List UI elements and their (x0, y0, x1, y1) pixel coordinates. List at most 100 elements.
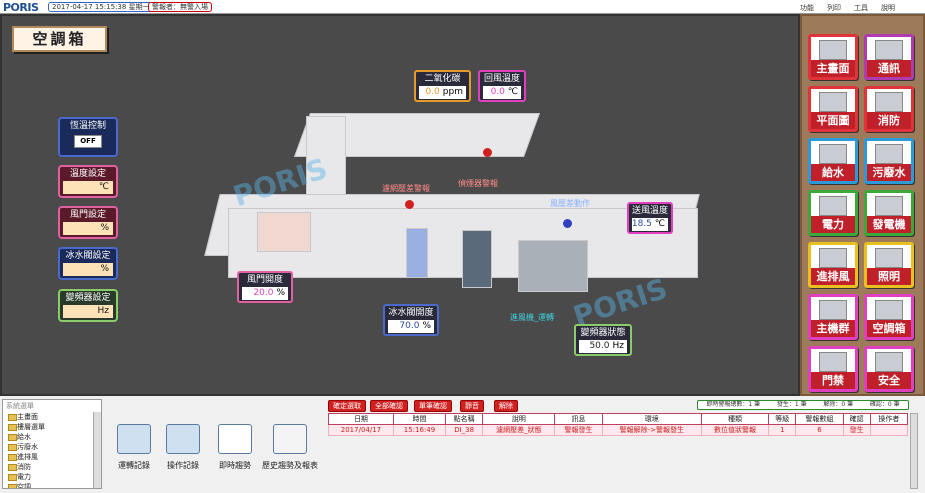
nav-button-label: 電力 (811, 216, 855, 233)
tree-item[interactable]: 電力 (3, 472, 101, 482)
vfd-status-readout: 變頻器狀態 50.0 Hz (574, 324, 632, 356)
nav-button[interactable]: 安全 (864, 346, 914, 392)
mute-button[interactable]: 靜音 (460, 400, 484, 412)
poris-logo: PORIS (3, 1, 39, 14)
nav-button-label: 主畫面 (811, 60, 855, 77)
filter-alarm-label: 濾網壓差警報 (382, 184, 430, 193)
nav-button[interactable]: 進排風 (808, 242, 858, 288)
cell-date: 2017/04/17 (328, 424, 394, 436)
table-row[interactable]: 2017/04/17 15:16:49 DI_38 濾網壓差_狀態 警報發生 警… (328, 424, 909, 436)
action-log-label: 操作記錄 (167, 461, 199, 470)
nav-thumbnail-icon (819, 92, 847, 112)
damper-open-unit: % (276, 288, 285, 298)
fan-pressure-indicator (563, 219, 572, 228)
nav-button[interactable]: 空調箱 (864, 294, 914, 340)
nav-button[interactable]: 污廢水 (864, 138, 914, 184)
tree-item[interactable]: 進排風 (3, 452, 101, 462)
tree-item[interactable]: 污廢水 (3, 442, 101, 452)
nav-button-label: 消防 (867, 112, 911, 129)
menu-function[interactable]: 功能 (800, 3, 814, 13)
alarm-stats: 即時警報總數：1 筆 發生：1 筆 解除：0 筆 確認：0 筆 (697, 400, 909, 410)
chw-valve-setpoint-input[interactable]: % (63, 263, 113, 276)
col-point: 點名稱 (445, 413, 484, 425)
action-log-tool[interactable]: 操作記錄 (155, 424, 211, 471)
nav-thumbnail-icon (875, 92, 903, 112)
nav-button[interactable]: 電力 (808, 190, 858, 236)
confirm-single-button[interactable]: 單筆確認 (414, 400, 452, 412)
system-tree: 系統選單 主畫面 樓層選單 給水 污廢水 進排風 消防 電力 空調 (2, 399, 102, 489)
report-search-icon (273, 424, 307, 454)
vfd-setpoint-input[interactable]: Hz (63, 305, 113, 318)
chw-valve-setpoint-label: 冰水閥設定 (65, 251, 111, 261)
thermostat-control: 恆溫控制 OFF (58, 117, 118, 157)
chw-valve-value: 70.0 (399, 321, 420, 331)
nav-button[interactable]: 主機群 (808, 294, 858, 340)
release-button[interactable]: 解除 (494, 400, 518, 412)
nav-button-label: 發電機 (867, 216, 911, 233)
operation-log-label: 運轉記錄 (118, 461, 150, 470)
top-bar: PORIS 2017-04-17 15:15:38 星期一 警報者：無警入場 功… (0, 0, 925, 14)
nav-button[interactable]: 通訊 (864, 34, 914, 80)
select-confirm-button[interactable]: 確定選取 (328, 400, 366, 412)
alarm-occur: 發生：1 筆 (776, 401, 807, 408)
nav-thumbnail-icon (819, 40, 847, 60)
thermostat-label: 恆溫控制 (69, 121, 106, 131)
nav-thumbnail-icon (875, 248, 903, 268)
nav-button[interactable]: 照明 (864, 242, 914, 288)
tree-scrollbar[interactable] (93, 412, 101, 488)
temp-setpoint-input[interactable]: ℃ (63, 181, 113, 194)
vfd-status-label: 變頻器狀態 (580, 328, 626, 338)
damper-louvers (257, 212, 311, 252)
nav-button[interactable]: 主畫面 (808, 34, 858, 80)
notebook-icon (166, 424, 200, 454)
menu-tools[interactable]: 工具 (854, 3, 868, 13)
tree-item[interactable]: 主畫面 (3, 412, 101, 422)
nav-button-label: 平面圖 (811, 112, 855, 129)
col-msg: 訊息 (554, 413, 603, 425)
alarm-clear: 解除：0 筆 (823, 401, 854, 408)
cell-count: 6 (795, 424, 844, 436)
smoke-alarm-label: 偵煙器警報 (458, 179, 498, 188)
tree-item[interactable]: 空調 (3, 482, 101, 488)
supply-temp-label: 送風溫度 (632, 206, 669, 216)
menu-print[interactable]: 列印 (827, 3, 841, 13)
scada-window: PORIS 2017-04-17 15:15:38 星期一 警報者：無警入場 功… (0, 0, 925, 493)
filter-alarm-indicator (405, 200, 414, 209)
navigation-panel: 主畫面 通訊平面圖 消防給水 污廢水電力 發電機 進排風 照明 主機群 空調箱 門禁 安全 (800, 14, 925, 396)
ahu-diagram-panel: 空調箱 恆溫控制 OFF 溫度設定 ℃ 風門設定 % 冰水閥設定 % 變頻器設定… (0, 14, 800, 396)
cell-point: DI_38 (445, 424, 484, 436)
nav-button[interactable]: 門禁 (808, 346, 858, 392)
damper-setpoint-input[interactable]: % (63, 222, 113, 235)
tree-item[interactable]: 給水 (3, 432, 101, 442)
alarm-table-scrollbar[interactable] (910, 413, 918, 489)
trend-chart-icon (218, 424, 252, 454)
confirm-all-button[interactable]: 全部確認 (370, 400, 408, 412)
damper-open-value: 20.0 (253, 288, 274, 298)
tree-item[interactable]: 消防 (3, 462, 101, 472)
tree-item[interactable]: 樓層選單 (3, 422, 101, 432)
thermostat-toggle[interactable]: OFF (74, 135, 102, 148)
fan-pressure-label: 風壓差動作 (550, 199, 590, 208)
return-temp-value: 0.0 (490, 87, 505, 97)
menu-help[interactable]: 說明 (881, 3, 895, 13)
col-env: 環境 (601, 413, 702, 425)
nav-button[interactable]: 平面圖 (808, 86, 858, 132)
history-report-label: 歷史趨勢及報表 (262, 461, 318, 470)
history-report-tool[interactable]: 歷史趨勢及報表 (257, 424, 323, 471)
nav-button-label: 空調箱 (867, 320, 911, 337)
co2-value: 0.0 (425, 87, 440, 97)
realtime-trend-label: 即時趨勢 (219, 461, 251, 470)
col-type: 種類 (700, 413, 770, 425)
realtime-trend-tool[interactable]: 即時趨勢 (207, 424, 263, 471)
nav-button[interactable]: 發電機 (864, 190, 914, 236)
nav-button[interactable]: 消防 (864, 86, 914, 132)
nav-button[interactable]: 給水 (808, 138, 858, 184)
nav-thumbnail-icon (819, 144, 847, 164)
nav-button-label: 給水 (811, 164, 855, 181)
vfd-setpoint-label: 變頻器設定 (65, 293, 111, 303)
col-desc: 說明 (482, 413, 556, 425)
operation-log-tool[interactable]: 運轉記錄 (106, 424, 162, 471)
alarm-table: 日期 時間 點名稱 說明 訊息 環境 種類 等級 警報數組 確認 操作者 201… (328, 413, 909, 436)
fan-status-label: 進風機_運轉 (510, 313, 554, 322)
col-operator: 操作者 (869, 413, 909, 425)
